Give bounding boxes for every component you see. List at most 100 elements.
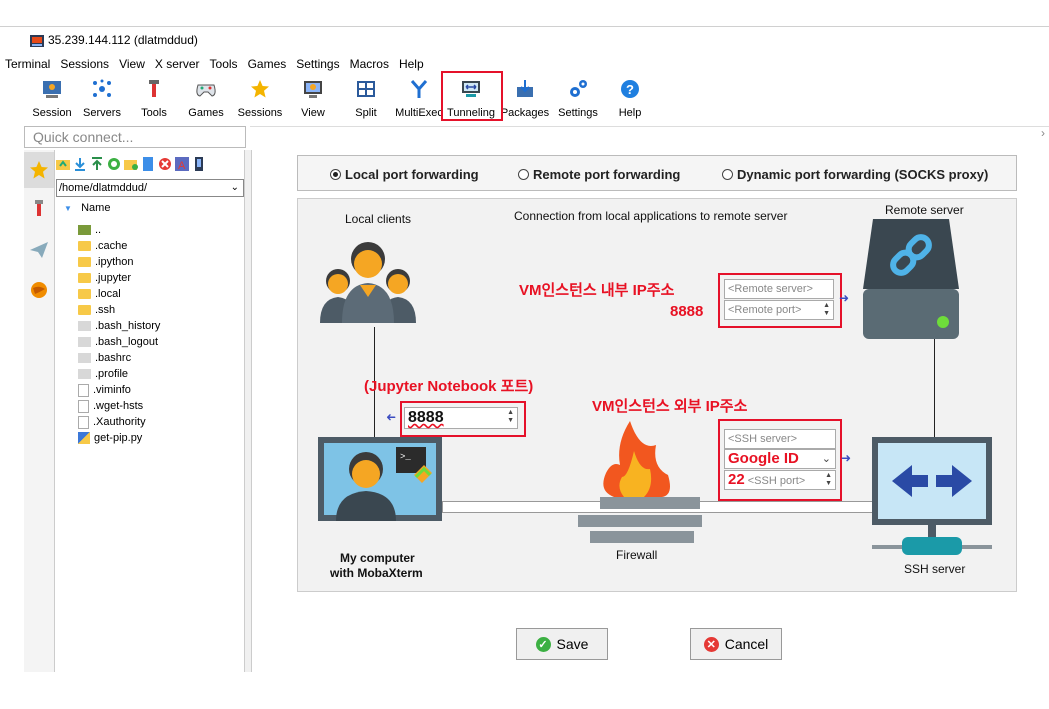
toolbar-label: Packages	[500, 107, 550, 119]
macros-tab[interactable]	[24, 232, 54, 268]
download-icon[interactable]	[73, 157, 87, 171]
close-icon: ✕	[703, 636, 719, 652]
sync-icon[interactable]	[192, 157, 206, 171]
file-icon	[78, 337, 91, 347]
folder-up-icon[interactable]	[56, 157, 70, 171]
file-list-item[interactable]: .ssh	[78, 302, 115, 318]
my-computer-icon: >_	[318, 437, 442, 521]
toolbar-button-games[interactable]: Games	[178, 74, 234, 120]
window-title: 35.239.144.112 (dlatmddud)	[48, 33, 198, 47]
servers-icon	[91, 78, 113, 100]
annotation-internal-ip: VM인스턴스 내부 IP주소	[519, 282, 675, 299]
ssh-server-icon	[872, 437, 992, 555]
svg-text:A: A	[178, 160, 186, 171]
radio-dynamic-port-forwarding[interactable]: Dynamic port forwarding (SOCKS proxy)	[722, 167, 988, 182]
radio-local-port-forwarding[interactable]: Local port forwarding	[330, 167, 479, 182]
toolbar-button-packages[interactable]: Packages	[497, 74, 553, 120]
file-list-item[interactable]: .Xauthority	[78, 414, 146, 430]
save-button[interactable]: ✓ Save	[516, 628, 608, 660]
file-list-item[interactable]: .viminfo	[78, 382, 131, 398]
file-list-item[interactable]: .cache	[78, 238, 127, 254]
panel-splitter[interactable]	[244, 150, 252, 672]
toolbar-button-settings[interactable]: Settings	[550, 74, 606, 120]
file-icon	[78, 369, 91, 379]
menu-item-tools[interactable]: Tools	[205, 55, 243, 73]
upload-icon[interactable]	[90, 157, 104, 171]
menu-item-x-server[interactable]: X server	[150, 55, 205, 73]
side-tabs	[24, 150, 55, 672]
new-folder-icon[interactable]	[124, 157, 138, 171]
file-list-item[interactable]: ..	[78, 222, 101, 238]
toolbar-button-sessions[interactable]: Sessions	[232, 74, 288, 120]
file-list-item[interactable]: .bash_logout	[78, 334, 158, 350]
delete-icon[interactable]	[158, 157, 172, 171]
toolbar-label: Session	[32, 107, 72, 119]
toolbar-button-servers[interactable]: Servers	[74, 74, 130, 120]
refresh-icon[interactable]	[107, 157, 121, 171]
local-clients-label: Local clients	[345, 212, 412, 226]
sftp-tab[interactable]	[24, 272, 54, 308]
tunneling-highlight-box	[441, 71, 503, 121]
toolbar-label: Tools	[141, 107, 167, 119]
my-computer-label-2: with MobaXterm	[330, 566, 423, 580]
toolbar-button-multiexec[interactable]: MultiExec	[391, 74, 447, 120]
file-list-item[interactable]: .ipython	[78, 254, 134, 270]
path-dropdown[interactable]: /home/dlatmddud/ ⌄	[56, 179, 244, 197]
toolbar-button-split[interactable]: Split	[338, 74, 394, 120]
menu-item-terminal[interactable]: Terminal	[0, 55, 55, 73]
sessions-star-tab[interactable]	[24, 152, 54, 188]
star-icon	[30, 161, 48, 179]
file-list-item[interactable]: get-pip.py	[78, 430, 142, 446]
menu-item-view[interactable]: View	[114, 55, 150, 73]
ssh-server-label: SSH server	[904, 562, 966, 576]
menu-item-sessions[interactable]: Sessions	[55, 55, 114, 73]
ssh-fields-highlight-box	[718, 419, 842, 501]
menu-item-games[interactable]: Games	[243, 55, 292, 73]
split-icon	[355, 78, 377, 100]
radio-circle	[722, 169, 733, 180]
firewall-label: Firewall	[616, 548, 658, 562]
name-column-header[interactable]: ▼ Name	[64, 202, 110, 214]
close-panel-icon[interactable]: ›	[1041, 126, 1045, 140]
toolbar-button-view[interactable]: View	[285, 74, 341, 120]
main-top-border	[250, 126, 1049, 127]
my-computer-label: My computer	[340, 551, 415, 565]
file-list-item[interactable]: .bash_history	[78, 318, 160, 334]
menu-item-settings[interactable]: Settings	[291, 55, 344, 73]
star-icon	[249, 78, 271, 100]
file-list-item[interactable]: .wget-hsts	[78, 398, 143, 414]
file-icon	[78, 415, 89, 429]
toolbar-button-tools[interactable]: Tools	[126, 74, 182, 120]
file-list-item[interactable]: .profile	[78, 366, 128, 382]
path-text: /home/dlatmddud/	[59, 182, 148, 194]
parent-folder-icon	[78, 225, 91, 235]
cancel-button[interactable]: ✕ Cancel	[690, 628, 782, 660]
menu-item-macros[interactable]: Macros	[345, 55, 394, 73]
toolbar-label: MultiExec	[395, 107, 443, 119]
toolbar-button-help[interactable]: ? Help	[602, 74, 658, 120]
folder-icon	[78, 289, 91, 299]
toolbar-label: View	[301, 107, 325, 119]
new-file-icon[interactable]	[141, 157, 155, 171]
tools-icon	[35, 200, 43, 216]
app-icon	[30, 35, 44, 47]
local-port-highlight-box	[400, 401, 526, 437]
tools-tab[interactable]	[24, 192, 54, 228]
help-icon: ?	[619, 78, 641, 100]
quick-connect-input[interactable]: Quick connect...	[24, 126, 246, 148]
games-icon	[195, 78, 217, 100]
file-list-item[interactable]: .bashrc	[78, 350, 131, 366]
chevron-down-icon: ⌄	[230, 182, 239, 193]
remote-server-label: Remote server	[885, 203, 964, 217]
menu-item-help[interactable]: Help	[394, 55, 429, 73]
rename-icon[interactable]: A	[175, 157, 189, 171]
toolbar-button-session[interactable]: Session	[24, 74, 80, 120]
file-icon	[78, 321, 91, 331]
radio-remote-port-forwarding[interactable]: Remote port forwarding	[518, 167, 680, 182]
connection-caption: Connection from local applications to re…	[514, 209, 788, 223]
file-list-item[interactable]: .local	[78, 286, 121, 302]
file-list-item[interactable]: .jupyter	[78, 270, 131, 286]
svg-text:>_: >_	[400, 452, 411, 462]
svg-text:?: ?	[626, 82, 634, 97]
forwarding-mode-bar: Local port forwarding Remote port forwar…	[297, 155, 1017, 191]
